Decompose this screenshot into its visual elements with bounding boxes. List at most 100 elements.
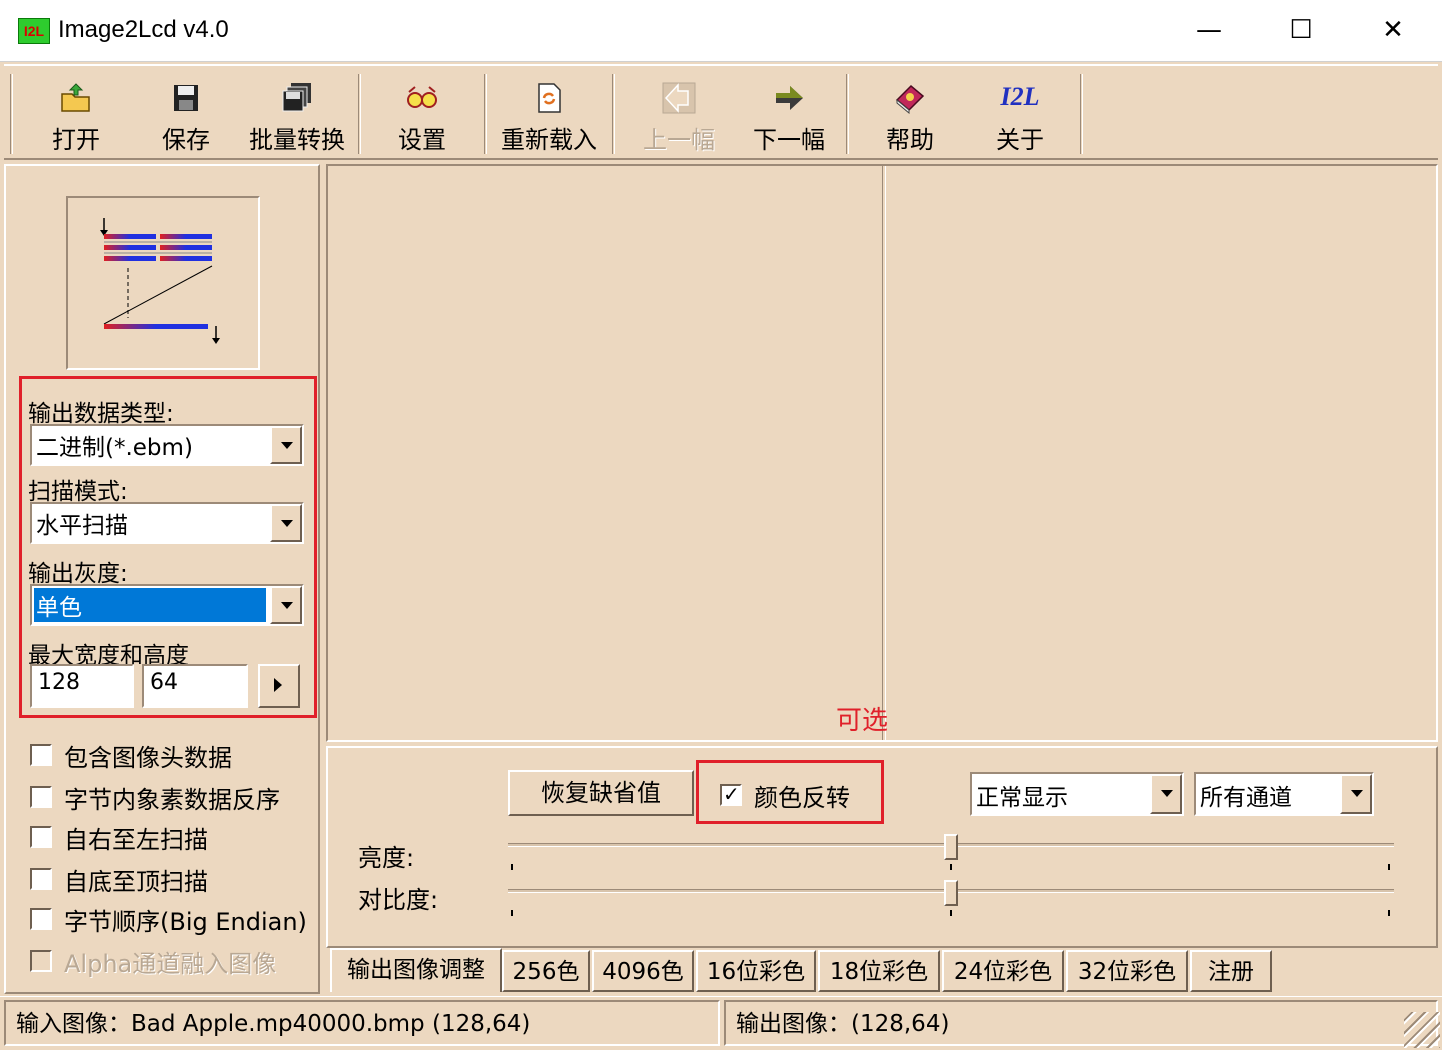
- maximize-button[interactable]: ☐: [1256, 8, 1346, 54]
- scan-mode-label: 扫描模式:: [28, 479, 128, 505]
- reload-button[interactable]: 重新载入: [494, 72, 604, 156]
- help-label: 帮助: [886, 126, 934, 154]
- batch-convert-label: 批量转换: [249, 126, 345, 154]
- gray-level-select[interactable]: 单色: [30, 584, 304, 626]
- right-arrow-icon: [776, 86, 803, 110]
- brightness-label: 亮度:: [358, 844, 415, 872]
- include-header-checkbox[interactable]: [30, 744, 52, 766]
- output-image-status: 输出图像：(128,64): [724, 1000, 1438, 1046]
- open-folder-icon: [61, 83, 90, 112]
- toolbar-separator: [358, 74, 361, 154]
- right-to-left-checkbox[interactable]: [30, 826, 52, 848]
- optional-annotation: 可选: [836, 706, 889, 736]
- gray-level-label: 输出灰度:: [28, 561, 128, 587]
- settings-label: 设置: [398, 126, 446, 154]
- toolbar-separator: [484, 74, 487, 154]
- chevron-down-icon[interactable]: [1150, 774, 1182, 814]
- scan-mode-preview: [66, 196, 260, 370]
- apply-size-button[interactable]: [258, 664, 300, 708]
- bottom-to-top-label: 自底至顶扫描: [64, 868, 208, 896]
- settings-button[interactable]: 设置: [372, 72, 472, 156]
- app-icon: I2L: [18, 18, 50, 44]
- invert-color-checkbox[interactable]: [720, 782, 742, 806]
- contrast-label: 对比度:: [358, 886, 439, 914]
- reload-label: 重新载入: [501, 126, 597, 154]
- display-mode-select[interactable]: 正常显示: [970, 772, 1184, 816]
- open-label: 打开: [52, 126, 100, 154]
- close-button[interactable]: ✕: [1348, 8, 1438, 54]
- next-image-button[interactable]: 下一幅: [734, 72, 844, 156]
- glasses-icon: [407, 86, 437, 108]
- batch-convert-button[interactable]: 批量转换: [242, 72, 352, 156]
- chevron-down-icon[interactable]: [270, 426, 302, 464]
- input-image-status: 输入图像：Bad Apple.mp40000.bmp (128,64): [4, 1000, 720, 1046]
- big-endian-label: 字节顺序(Big Endian): [64, 908, 307, 936]
- tab-output-adjust[interactable]: 输出图像调整: [330, 948, 502, 992]
- slider-tick: [511, 864, 513, 870]
- help-book-icon: [895, 84, 925, 114]
- window-title: Image2Lcd v4.0: [58, 16, 229, 43]
- prev-image-label: 上一幅: [643, 126, 715, 154]
- reverse-bits-checkbox[interactable]: [30, 786, 52, 808]
- save-label: 保存: [162, 126, 210, 154]
- tab-32bit-color[interactable]: 32位彩色: [1066, 950, 1188, 992]
- channel-select[interactable]: 所有通道: [1194, 772, 1374, 816]
- bottom-to-top-checkbox[interactable]: [30, 868, 52, 890]
- floppy-disk-icon: [174, 85, 198, 111]
- alpha-channel-checkbox[interactable]: [30, 950, 52, 972]
- channel-value: 所有通道: [1200, 785, 1292, 811]
- i2l-logo-icon: I2L: [1000, 82, 1040, 111]
- toolbar-separator: [1080, 74, 1083, 154]
- brightness-slider-thumb[interactable]: [944, 834, 958, 860]
- tab-16bit-color[interactable]: 16位彩色: [696, 950, 816, 992]
- slider-tick: [1388, 864, 1390, 870]
- chevron-down-icon[interactable]: [1340, 774, 1372, 814]
- max-width-value: 128: [38, 670, 80, 695]
- output-type-label: 输出数据类型:: [28, 401, 174, 427]
- output-type-select[interactable]: 二进制(*.ebm): [30, 424, 304, 466]
- restore-default-button[interactable]: 恢复缺省值: [508, 770, 694, 816]
- gray-level-value: 单色: [34, 588, 266, 622]
- batch-disks-icon: [282, 83, 311, 112]
- tab-256-color[interactable]: 256色: [502, 950, 590, 992]
- max-height-value: 64: [150, 670, 178, 695]
- chevron-down-icon[interactable]: [270, 504, 302, 542]
- invert-color-label: 颜色反转: [754, 784, 850, 812]
- about-label: 关于: [996, 126, 1044, 154]
- tab-4096-color[interactable]: 4096色: [592, 950, 694, 992]
- prev-image-button[interactable]: 上一幅: [624, 72, 734, 156]
- tab-18bit-color[interactable]: 18位彩色: [818, 950, 940, 992]
- contrast-slider-thumb[interactable]: [944, 880, 958, 906]
- slider-tick: [1388, 910, 1390, 916]
- scan-order-diagram-icon: [100, 218, 220, 344]
- left-arrow-icon: [662, 82, 696, 114]
- save-button[interactable]: 保存: [136, 72, 236, 156]
- toolbar-separator: [612, 74, 615, 154]
- toolbar-separator: [10, 74, 13, 154]
- minimize-button[interactable]: —: [1164, 8, 1254, 54]
- slider-tick: [950, 910, 952, 916]
- slider-tick: [950, 864, 952, 870]
- preview-divider[interactable]: [882, 166, 886, 740]
- toolbar-separator: [846, 74, 849, 154]
- tab-24bit-color[interactable]: 24位彩色: [942, 950, 1064, 992]
- next-image-label: 下一幅: [753, 126, 825, 154]
- tab-register[interactable]: 注册: [1190, 950, 1272, 992]
- chevron-down-icon[interactable]: [270, 586, 302, 624]
- big-endian-checkbox[interactable]: [30, 908, 52, 930]
- about-button[interactable]: I2L 关于: [970, 72, 1070, 156]
- scan-mode-value: 水平扫描: [36, 513, 128, 539]
- open-button[interactable]: 打开: [26, 72, 126, 156]
- include-header-label: 包含图像头数据: [64, 744, 232, 772]
- max-height-input[interactable]: 64: [142, 664, 248, 708]
- toolbar: 打开 保存 批量转换 设置 重新载入 上一幅 下一幅 帮助 I2L 关于: [4, 64, 1438, 160]
- title-bar: I2L Image2Lcd v4.0 — ☐ ✕: [0, 0, 1442, 62]
- help-button[interactable]: 帮助: [860, 72, 960, 156]
- resize-grip-icon[interactable]: [1404, 1012, 1440, 1048]
- slider-tick: [511, 910, 513, 916]
- right-to-left-label: 自右至左扫描: [64, 826, 208, 854]
- reverse-bits-label: 字节内象素数据反序: [64, 786, 280, 814]
- max-width-input[interactable]: 128: [30, 664, 134, 708]
- scan-mode-select[interactable]: 水平扫描: [30, 502, 304, 544]
- reload-page-icon: [538, 83, 561, 113]
